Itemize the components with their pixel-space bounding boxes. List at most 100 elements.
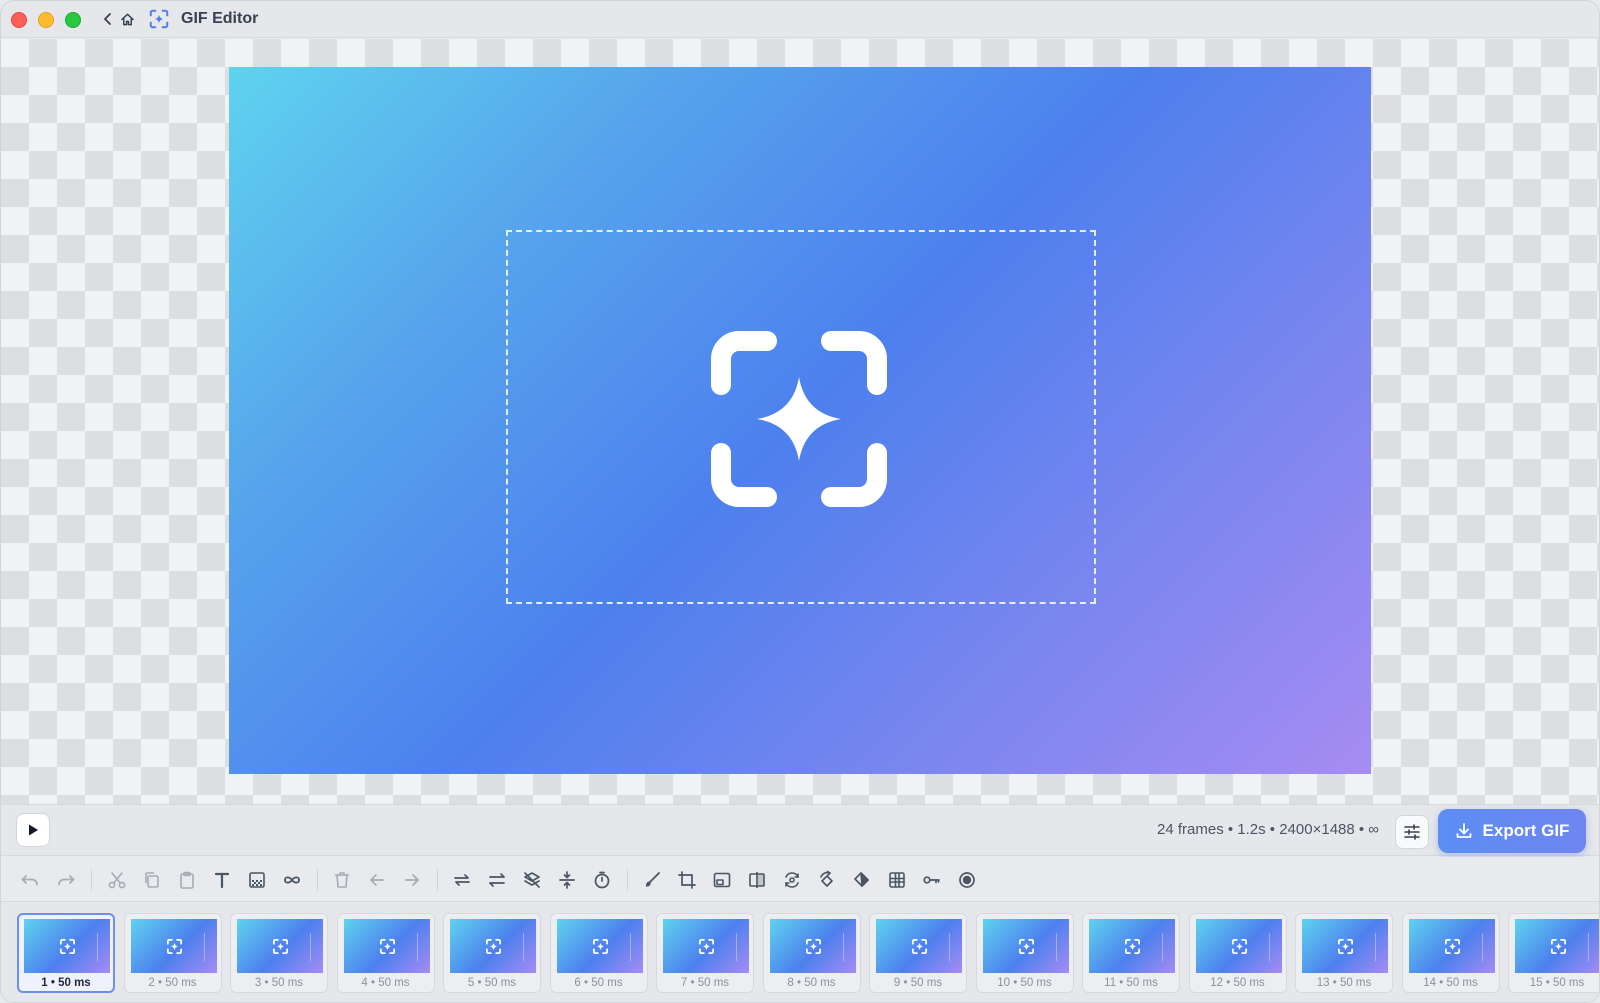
paste-icon	[180, 871, 194, 889]
thumb-divider	[310, 933, 311, 961]
frame-thumbnail-image	[556, 919, 643, 973]
frame-thumb-logo-icon	[699, 939, 714, 954]
close-window-button[interactable]	[11, 12, 27, 28]
app-window: GIF Editor 24 frames • 1.2s • 2400×1488 …	[0, 0, 1600, 1003]
loop-button[interactable]	[280, 868, 304, 892]
frame-thumb-logo-icon	[1231, 939, 1247, 954]
overlay-button[interactable]	[245, 868, 269, 892]
toolbar-divider	[437, 869, 438, 891]
frame-thumbnail[interactable]: 1 • 50 ms	[17, 913, 115, 993]
frame-thumb-logo-icon	[273, 939, 288, 954]
frame-thumbnail[interactable]: 7 • 50 ms	[656, 913, 754, 993]
frame-thumb-logo-icon	[1125, 939, 1140, 954]
key-icon	[923, 876, 940, 884]
frame-thumbnail[interactable]: 11 • 50 ms	[1082, 913, 1180, 993]
download-icon	[1456, 823, 1471, 838]
frame-thumb-logo-icon	[379, 939, 395, 954]
overlay-icon	[249, 872, 265, 888]
grid-button[interactable]	[885, 868, 909, 892]
copy-button[interactable]	[140, 868, 164, 892]
fill-button[interactable]	[850, 868, 874, 892]
play-icon	[29, 824, 38, 836]
frame-thumbnail[interactable]: 2 • 50 ms	[123, 913, 222, 993]
add-text-button[interactable]	[210, 868, 234, 892]
move-frame-left-button[interactable]	[365, 868, 389, 892]
thumb-divider	[949, 933, 950, 961]
grid-icon	[889, 872, 905, 888]
crop-button[interactable]	[675, 868, 699, 892]
flip-icon	[749, 872, 765, 888]
frame-thumb-logo-icon	[912, 939, 927, 954]
thumb-divider	[1375, 933, 1376, 961]
move-frame-right-button[interactable]	[400, 868, 424, 892]
rotate-button[interactable]	[780, 868, 804, 892]
export-gif-label: Export GIF	[1482, 821, 1570, 840]
frame-label: 15 • 50 ms	[1529, 977, 1585, 989]
frame-thumbnail-image	[1302, 919, 1388, 973]
frame-thumbnail-image	[1089, 919, 1175, 973]
frame-label: 8 • 50 ms	[787, 977, 836, 989]
cut-icon	[108, 872, 126, 889]
toolbar-divider	[91, 869, 92, 891]
thumb-divider	[1268, 933, 1270, 961]
cut-button[interactable]	[105, 868, 129, 892]
redo-button[interactable]	[54, 868, 78, 892]
frame-label: 3 • 50 ms	[254, 977, 304, 989]
frame-logo-icon	[711, 331, 887, 507]
resize-icon	[713, 872, 731, 888]
reduce-frames-button[interactable]	[555, 868, 579, 892]
frame-thumb-logo-icon	[1444, 939, 1460, 954]
frame-thumbnail[interactable]: 4 • 50 ms	[336, 913, 435, 993]
brush-button[interactable]	[640, 868, 664, 892]
thumb-divider	[203, 933, 205, 961]
export-gif-button[interactable]: Export GIF	[1438, 809, 1586, 853]
thumb-divider	[629, 933, 631, 961]
frame-thumbnail[interactable]: 9 • 50 ms	[869, 913, 967, 993]
frame-label: 13 • 50 ms	[1316, 977, 1372, 989]
paste-button[interactable]	[175, 868, 199, 892]
frame-thumbnail[interactable]: 15 • 50 ms	[1508, 913, 1599, 993]
back-button[interactable]	[98, 9, 118, 29]
frame-thumbnail[interactable]: 6 • 50 ms	[549, 913, 648, 993]
minimize-window-button[interactable]	[38, 12, 54, 28]
delete-frame-button[interactable]	[330, 868, 354, 892]
key-button[interactable]	[920, 868, 944, 892]
frame-delay-button[interactable]	[590, 868, 614, 892]
record-button[interactable]	[955, 868, 979, 892]
settings-button[interactable]	[1395, 815, 1429, 849]
copy-icon	[145, 872, 159, 888]
delete-icon	[334, 872, 350, 888]
rotate-icon	[785, 872, 799, 888]
frame-thumbnail[interactable]: 10 • 50 ms	[975, 913, 1074, 993]
thumb-divider	[1162, 933, 1163, 961]
frame-thumbnail-image	[1515, 919, 1599, 973]
frame-thumbnail[interactable]: 12 • 50 ms	[1188, 913, 1287, 993]
frame-thumbnail[interactable]: 8 • 50 ms	[762, 913, 861, 993]
home-button[interactable]	[117, 9, 137, 29]
frame-thumbnail[interactable]: 5 • 50 ms	[443, 913, 541, 993]
frame-thumbnail[interactable]: 3 • 50 ms	[230, 913, 328, 993]
canvas-area[interactable]	[1, 39, 1599, 804]
resize-button[interactable]	[710, 868, 734, 892]
frame-thumbnail[interactable]: 14 • 50 ms	[1401, 913, 1500, 993]
frame-thumb-logo-icon	[1551, 939, 1566, 954]
yoyo-button[interactable]	[485, 868, 509, 892]
playback-bar: 24 frames • 1.2s • 2400×1488 • ∞ Export …	[1, 804, 1599, 856]
home-icon	[120, 13, 134, 25]
title-bar: GIF Editor	[1, 1, 1599, 38]
frame-label: 5 • 50 ms	[467, 977, 517, 989]
frame-label: 7 • 50 ms	[680, 977, 730, 989]
rotate-left-button[interactable]	[815, 868, 839, 892]
thumb-divider	[97, 933, 98, 961]
play-button[interactable]	[16, 813, 50, 847]
reverse-button[interactable]	[450, 868, 474, 892]
fill-icon	[854, 872, 869, 887]
frame-preview[interactable]	[229, 67, 1371, 774]
remove-duplicates-button[interactable]	[520, 868, 544, 892]
move-left-icon	[370, 874, 384, 886]
frame-thumbnail[interactable]: 13 • 50 ms	[1295, 913, 1393, 993]
maximize-window-button[interactable]	[65, 12, 81, 28]
frame-filmstrip[interactable]: 1 • 50 ms 2 • 50 ms 3 • 50 ms 4 • 50 ms 5 • …	[1, 903, 1599, 1002]
flip-button[interactable]	[745, 868, 769, 892]
undo-button[interactable]	[18, 868, 42, 892]
